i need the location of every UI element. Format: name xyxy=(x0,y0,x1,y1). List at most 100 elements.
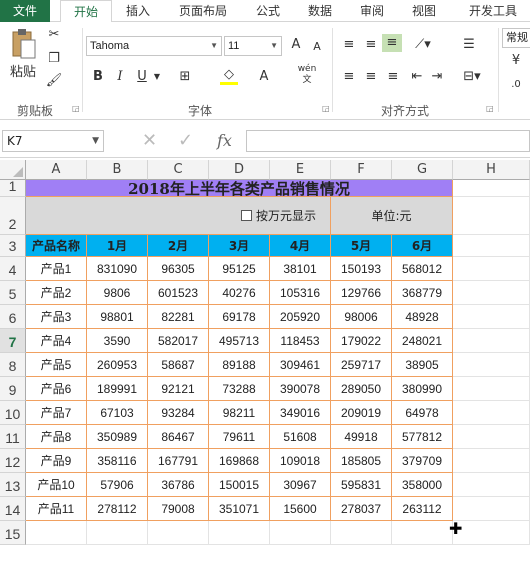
sales-value-cell[interactable]: 38905 xyxy=(392,353,453,377)
phonetic-icon[interactable]: wén 文 xyxy=(294,64,320,86)
number-format-select[interactable]: 常规 xyxy=(502,28,530,48)
select-all-button[interactable] xyxy=(0,160,26,180)
sales-value-cell[interactable]: 86467 xyxy=(148,425,209,449)
row-header-7[interactable]: 7 xyxy=(0,329,26,353)
cell[interactable] xyxy=(453,473,530,497)
tab-insert[interactable]: 插入 xyxy=(116,0,160,22)
grow-font-button[interactable]: A xyxy=(288,36,304,54)
decrease-indent-icon[interactable]: ⇤ xyxy=(408,68,426,86)
cell[interactable] xyxy=(392,521,453,545)
sales-value-cell[interactable]: 568012 xyxy=(392,257,453,281)
sales-value-cell[interactable]: 98801 xyxy=(87,305,148,329)
sales-value-cell[interactable]: 98006 xyxy=(331,305,392,329)
row-header-1[interactable]: 1 xyxy=(0,178,26,197)
product-name-cell[interactable]: 产品3 xyxy=(26,305,87,329)
table-header-cell[interactable]: 5月 xyxy=(331,235,392,257)
sales-value-cell[interactable]: 349016 xyxy=(270,401,331,425)
sales-value-cell[interactable]: 185805 xyxy=(331,449,392,473)
borders-icon[interactable]: ⊞ xyxy=(176,68,194,86)
row-header-14[interactable]: 14 xyxy=(0,497,26,521)
sales-value-cell[interactable]: 831090 xyxy=(87,257,148,281)
cell[interactable] xyxy=(148,521,209,545)
sales-value-cell[interactable]: 79008 xyxy=(148,497,209,521)
sales-value-cell[interactable]: 577812 xyxy=(392,425,453,449)
underline-button[interactable]: U xyxy=(134,68,150,86)
tab-file[interactable]: 文件 xyxy=(0,0,50,22)
cell[interactable] xyxy=(453,521,530,545)
sales-value-cell[interactable]: 95125 xyxy=(209,257,270,281)
product-name-cell[interactable]: 产品2 xyxy=(26,281,87,305)
sales-value-cell[interactable]: 351071 xyxy=(209,497,270,521)
cell[interactable] xyxy=(270,521,331,545)
product-name-cell[interactable]: 产品9 xyxy=(26,449,87,473)
sales-value-cell[interactable]: 93284 xyxy=(148,401,209,425)
cell[interactable] xyxy=(453,180,530,197)
sales-value-cell[interactable]: 73288 xyxy=(209,377,270,401)
sales-value-cell[interactable]: 118453 xyxy=(270,329,331,353)
sales-value-cell[interactable]: 169868 xyxy=(209,449,270,473)
column-header-h[interactable]: H xyxy=(453,160,530,180)
sales-value-cell[interactable]: 390078 xyxy=(270,377,331,401)
align-top-icon[interactable]: ≡ xyxy=(340,36,358,54)
sales-value-cell[interactable]: 189991 xyxy=(87,377,148,401)
cell[interactable] xyxy=(331,521,392,545)
cell[interactable] xyxy=(453,305,530,329)
row-header-12[interactable]: 12 xyxy=(0,449,26,473)
wrap-text-icon[interactable]: ☰ xyxy=(458,36,480,54)
sales-value-cell[interactable]: 368779 xyxy=(392,281,453,305)
tab-developer[interactable]: 开发工具 xyxy=(458,0,528,22)
cell[interactable] xyxy=(453,377,530,401)
cell[interactable] xyxy=(209,521,270,545)
sales-value-cell[interactable]: 38101 xyxy=(270,257,331,281)
sales-value-cell[interactable]: 69178 xyxy=(209,305,270,329)
column-header-a[interactable]: A xyxy=(26,160,87,180)
sales-value-cell[interactable]: 309461 xyxy=(270,353,331,377)
format-painter-icon[interactable]: 🖌 xyxy=(44,72,64,90)
sales-value-cell[interactable]: 40276 xyxy=(209,281,270,305)
paste-button[interactable] xyxy=(8,28,40,64)
cell[interactable] xyxy=(453,281,530,305)
merge-center-icon[interactable]: ⊟▾ xyxy=(458,68,486,86)
alignment-launcher-icon[interactable]: ◲ xyxy=(486,104,494,113)
font-name-select[interactable]: Tahoma ▼ xyxy=(86,36,222,56)
sales-value-cell[interactable]: 57906 xyxy=(87,473,148,497)
align-right-icon[interactable]: ≡ xyxy=(384,68,402,86)
align-center-icon[interactable]: ≡ xyxy=(362,68,380,86)
sales-value-cell[interactable]: 350989 xyxy=(87,425,148,449)
font-color-button[interactable]: A xyxy=(254,68,274,86)
sales-value-cell[interactable]: 601523 xyxy=(148,281,209,305)
cell[interactable] xyxy=(453,329,530,353)
table-header-cell[interactable]: 3月 xyxy=(209,235,270,257)
row-header-13[interactable]: 13 xyxy=(0,473,26,497)
cell[interactable] xyxy=(26,521,87,545)
sales-value-cell[interactable]: 358116 xyxy=(87,449,148,473)
sheet-title[interactable]: 2018年上半年各类产品销售情况 xyxy=(26,180,453,198)
sales-value-cell[interactable]: 82281 xyxy=(148,305,209,329)
sales-value-cell[interactable]: 92121 xyxy=(148,377,209,401)
product-name-cell[interactable]: 产品6 xyxy=(26,377,87,401)
tab-formulas[interactable]: 公式 xyxy=(246,0,290,22)
sales-value-cell[interactable]: 248021 xyxy=(392,329,453,353)
product-name-cell[interactable]: 产品5 xyxy=(26,353,87,377)
table-header-cell[interactable]: 4月 xyxy=(270,235,331,257)
product-name-cell[interactable]: 产品4 xyxy=(26,329,87,353)
sales-value-cell[interactable]: 167791 xyxy=(148,449,209,473)
insert-function-button[interactable]: fx xyxy=(217,130,232,152)
row-header-5[interactable]: 5 xyxy=(0,281,26,305)
sales-value-cell[interactable]: 3590 xyxy=(87,329,148,353)
row-header-8[interactable]: 8 xyxy=(0,353,26,377)
sales-value-cell[interactable]: 15600 xyxy=(270,497,331,521)
row-header-3[interactable]: 3 xyxy=(0,235,26,257)
sales-value-cell[interactable]: 105316 xyxy=(270,281,331,305)
cut-icon[interactable]: ✂ xyxy=(44,26,64,44)
cell[interactable] xyxy=(453,235,530,257)
clipboard-launcher-icon[interactable]: ◲ xyxy=(72,104,80,113)
font-launcher-icon[interactable]: ◲ xyxy=(322,104,330,113)
row-header-6[interactable]: 6 xyxy=(0,305,26,329)
sales-value-cell[interactable]: 36786 xyxy=(148,473,209,497)
sales-value-cell[interactable]: 51608 xyxy=(270,425,331,449)
sales-value-cell[interactable]: 89188 xyxy=(209,353,270,377)
show-wan-checkbox[interactable] xyxy=(240,210,252,221)
sales-value-cell[interactable]: 49918 xyxy=(331,425,392,449)
tab-home[interactable]: 开始 xyxy=(60,0,112,23)
